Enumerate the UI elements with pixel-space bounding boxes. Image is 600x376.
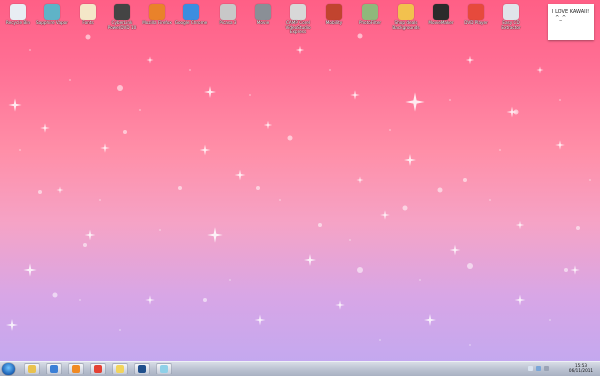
taskbar-pinned-internet-explorer[interactable] (46, 363, 62, 375)
desktop-icon-chrome[interactable]: Google Chrome (173, 2, 209, 38)
dvd-player-icon (468, 4, 484, 20)
taskbar-pinned-windows-live[interactable] (156, 363, 172, 375)
desktop: Recycle Bin Sapphire Vapor Fonts CyberLi… (0, 0, 600, 361)
shop-deals-icon (398, 4, 414, 20)
windows-live-icon (160, 365, 168, 373)
desktop-icon-fonts[interactable]: Fonts (70, 2, 106, 38)
photofilter-icon (362, 4, 378, 20)
taskbar-pinned-explorer[interactable] (24, 363, 40, 375)
taskbar-pinned-film-strip[interactable] (112, 363, 128, 375)
desktop-icon-movie[interactable]: Movie (245, 2, 281, 38)
cd-extractor-icon (503, 4, 519, 20)
desktop-icon-corel-videostudio[interactable]: CAMP Corel VideoStudio Express (280, 2, 316, 38)
desktop-icon-cd-extractor[interactable]: Easy CD Extractor (493, 2, 529, 38)
recycle-bin-icon (10, 4, 26, 20)
volume-icon[interactable] (544, 366, 549, 371)
desktop-icon-dvd-player[interactable]: DVD Player (458, 2, 494, 38)
mobility-icon (326, 4, 342, 20)
clock-date: 06/11/2011 (568, 368, 594, 373)
desktop-icon-label: Shop deals Backgrounds (392, 20, 420, 30)
desktop-icon-label: Picasa 3 (219, 20, 237, 25)
desktop-icon-label: Mozilla Firefox (142, 20, 172, 25)
chrome-icon (183, 4, 199, 20)
movie-icon (255, 4, 271, 20)
moviemaker-icon (433, 4, 449, 20)
desktop-icons: Recycle Bin Sapphire Vapor Fonts CyberLi… (0, 0, 540, 40)
desktop-icon-label: Mobility (325, 20, 343, 25)
fonts-icon (80, 4, 96, 20)
taskbar-pinned-media-player[interactable] (68, 363, 84, 375)
desktop-icon-label: Recycle Bin (5, 20, 31, 25)
powerdvd-icon (114, 4, 130, 20)
desktop-icon-moviemaker[interactable]: MovieMaker (423, 2, 459, 38)
chrome-icon (94, 365, 102, 373)
desktop-icon-recycle-bin[interactable]: Recycle Bin (0, 2, 36, 38)
desktop-icon-label: DVD Player (464, 20, 488, 25)
desktop-icon-label: CyberLink PowerDVD 10 (107, 20, 137, 30)
corel-videostudio-icon (290, 4, 306, 20)
desktop-icon-label: Google Chrome (174, 20, 208, 25)
desktop-icon-label: Easy CD Extractor (501, 20, 521, 30)
desktop-icon-label: Fonts (82, 20, 94, 25)
flag-icon[interactable] (528, 366, 533, 371)
taskbar-pinned-photoshop[interactable] (134, 363, 150, 375)
media-player-icon (72, 365, 80, 373)
internet-explorer-icon (50, 365, 58, 373)
film-strip-icon (116, 365, 124, 373)
desktop-icon-firefox[interactable]: Mozilla Firefox (139, 2, 175, 38)
photoshop-icon (138, 365, 146, 373)
network-icon[interactable] (536, 366, 541, 371)
sparkle-wallpaper (6, 33, 591, 346)
desktop-icon-label: Sapphire Vapor (36, 20, 68, 25)
taskbar: 15:53 06/11/2011 (0, 361, 600, 376)
desktop-icon-powerdvd[interactable]: CyberLink PowerDVD 10 (104, 2, 140, 38)
desktop-icon-mobility[interactable]: Mobility (316, 2, 352, 38)
desktop-icon-label: PhotoFilter (358, 20, 382, 25)
taskbar-clock[interactable]: 15:53 06/11/2011 (566, 363, 596, 373)
picasa-icon (220, 4, 236, 20)
desktop-icon-label: MovieMaker (428, 20, 454, 25)
desktop-icon-picasa[interactable]: Picasa 3 (210, 2, 246, 38)
desktop-icon-shop-deals[interactable]: Shop deals Backgrounds (388, 2, 424, 38)
desktop-icon-photofilter[interactable]: PhotoFilter (352, 2, 388, 38)
desktop-icon-label: CAMP Corel VideoStudio Express (285, 20, 311, 35)
sapphire-vapor-icon (44, 4, 60, 20)
firefox-icon (149, 4, 165, 20)
explorer-icon (28, 365, 36, 373)
windows-start-icon[interactable] (2, 363, 15, 375)
desktop-icon-label: Movie (256, 20, 270, 25)
sticky-note[interactable]: I LOVE KAWAII! ^_^ (548, 4, 594, 40)
taskbar-pinned-chrome[interactable] (90, 363, 106, 375)
sticky-note-text[interactable]: I LOVE KAWAII! ^_^ (548, 4, 594, 26)
desktop-icon-sapphire-vapor[interactable]: Sapphire Vapor (34, 2, 70, 38)
